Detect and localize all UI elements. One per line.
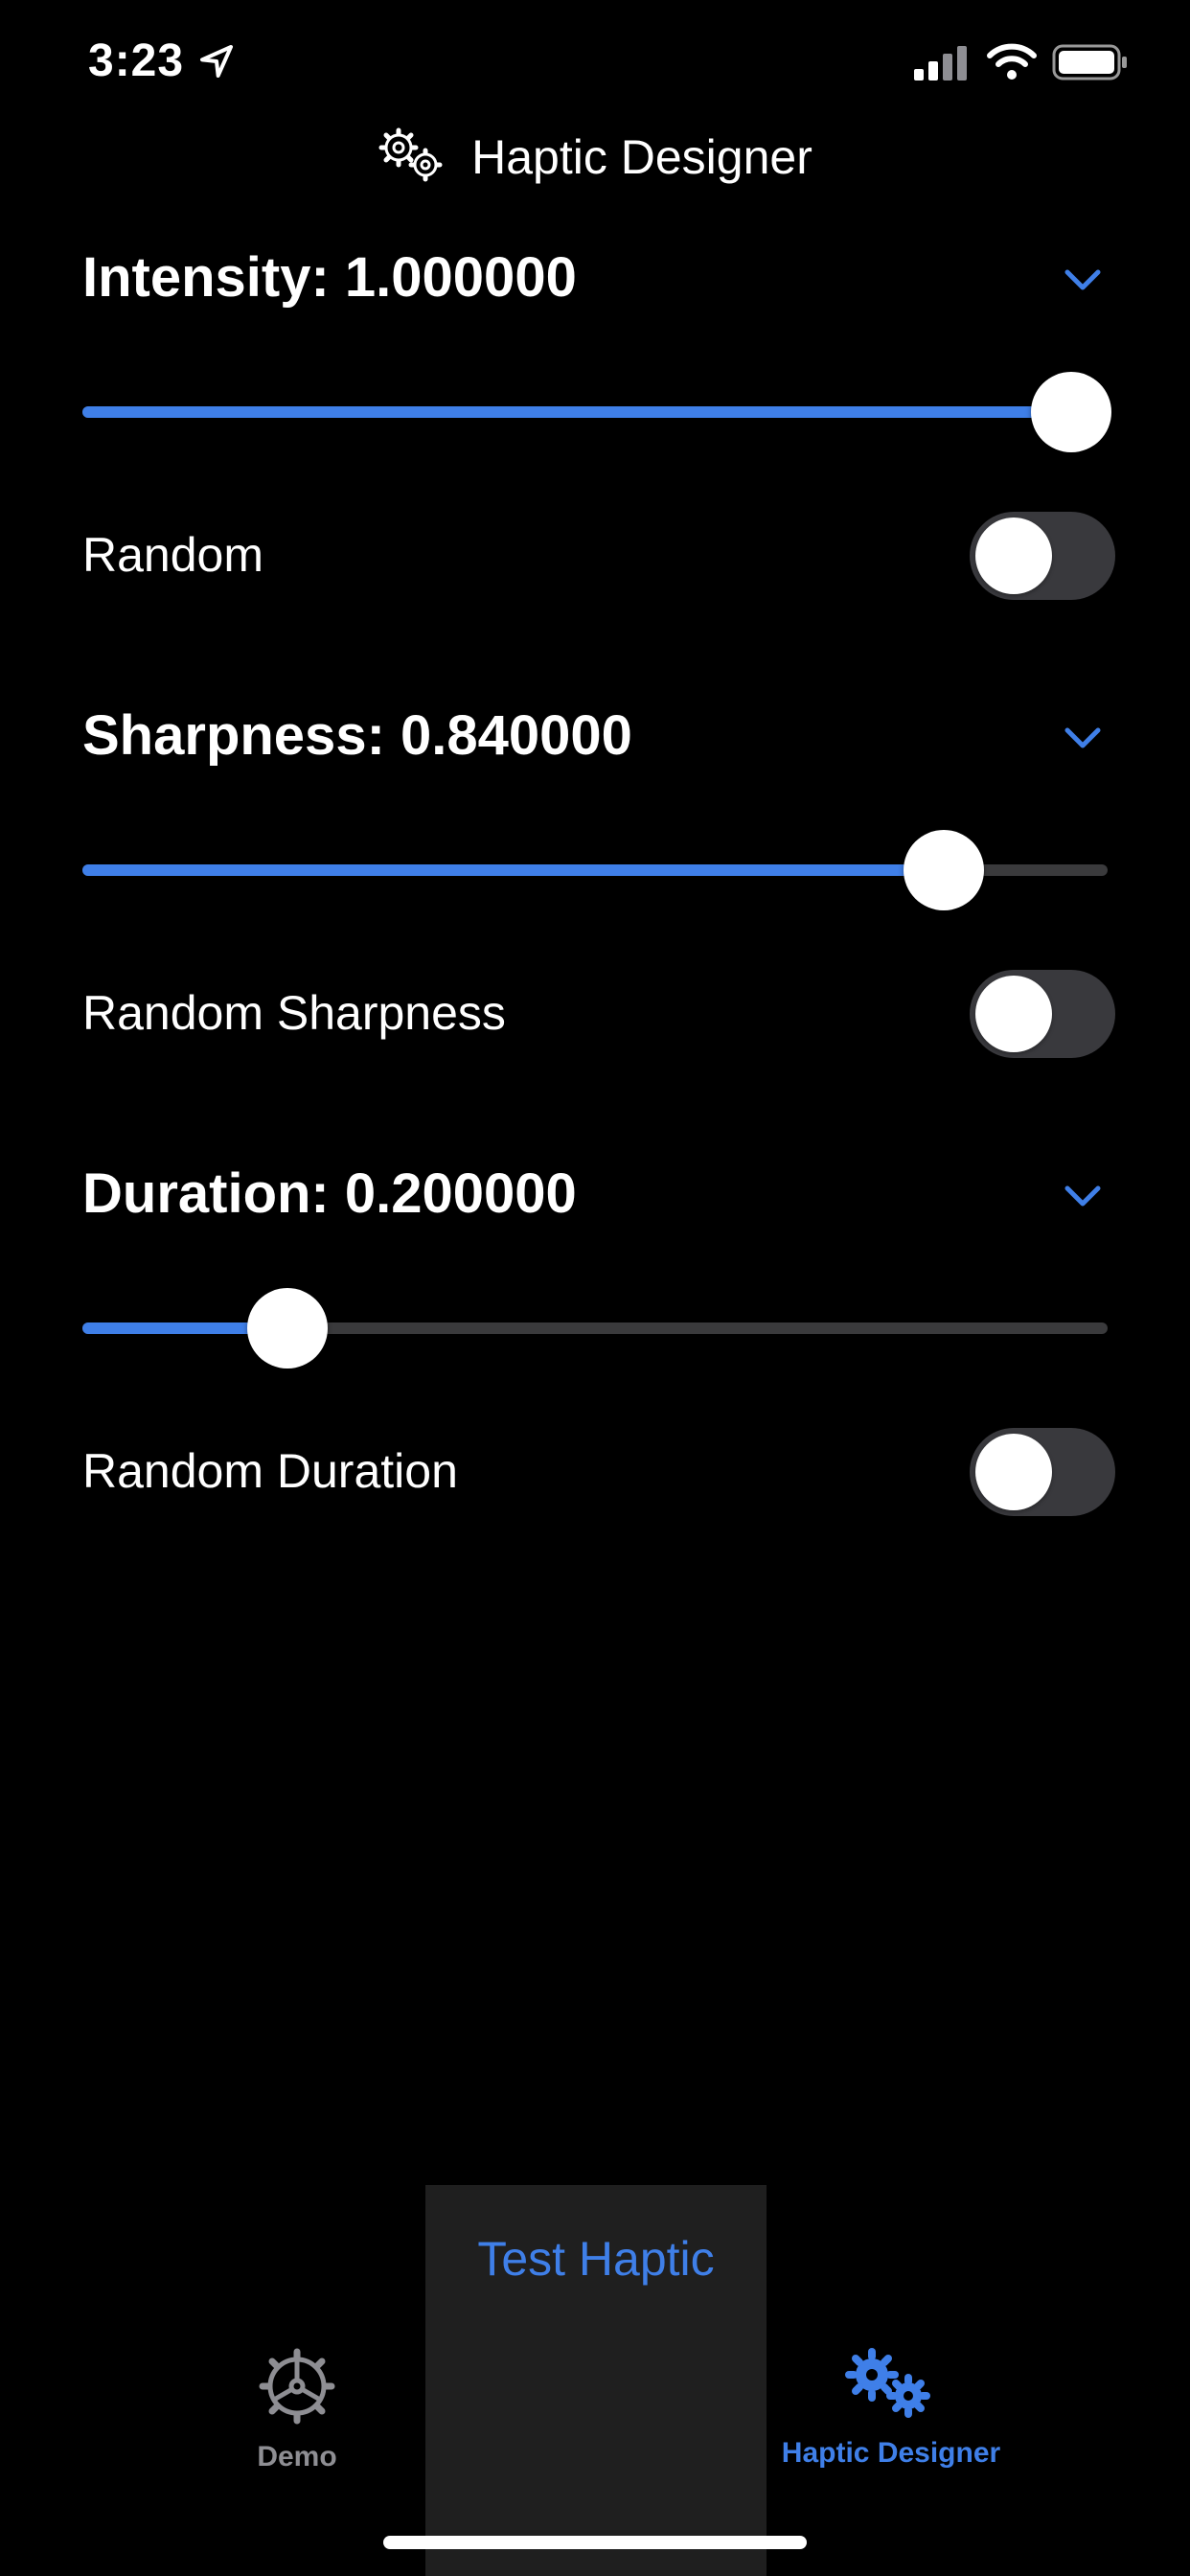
slider-fill (82, 406, 1071, 418)
random-sharpness-toggle[interactable] (970, 970, 1115, 1058)
tab-demo-label: Demo (257, 2441, 337, 2472)
slider-fill (82, 864, 944, 876)
header-title: Haptic Designer (471, 130, 812, 184)
wifi-icon (987, 42, 1037, 85)
slider-thumb[interactable] (903, 830, 984, 910)
random-toggle[interactable] (970, 512, 1115, 600)
navigation-header: Haptic Designer (0, 119, 1190, 196)
gears-icon (378, 126, 446, 189)
battery-icon (1052, 44, 1129, 85)
toggle-knob (975, 518, 1052, 594)
slider-thumb[interactable] (1031, 372, 1111, 452)
home-indicator (383, 2536, 807, 2549)
status-time: 3:23 (88, 35, 185, 86)
location-arrow-icon (197, 42, 236, 85)
slider-thumb[interactable] (247, 1288, 328, 1368)
intensity-slider[interactable] (82, 372, 1111, 452)
chevron-down-icon[interactable] (1060, 723, 1106, 758)
duration-title: Duration: 0.200000 (82, 1162, 577, 1225)
random-duration-toggle[interactable] (970, 1428, 1115, 1516)
tab-haptic-designer-label: Haptic Designer (781, 2437, 1001, 2469)
gears-icon (843, 2348, 939, 2426)
toggle-knob (975, 976, 1052, 1052)
chevron-down-icon[interactable] (1060, 264, 1106, 300)
sharpness-title: Sharpness: 0.840000 (82, 704, 632, 767)
duration-slider[interactable] (82, 1288, 1108, 1368)
tab-haptic-designer[interactable]: Haptic Designer (757, 2348, 1025, 2470)
random-sharpness-label: Random Sharpness (82, 986, 506, 1040)
tab-demo[interactable]: Demo (201, 2348, 393, 2473)
toggle-knob (975, 1434, 1052, 1510)
cellular-signal-icon (914, 46, 968, 85)
test-haptic-button[interactable]: Test Haptic (425, 2231, 767, 2287)
helm-wheel-icon (259, 2348, 335, 2429)
sharpness-slider[interactable] (82, 830, 1108, 910)
intensity-title: Intensity: 1.000000 (82, 246, 577, 309)
chevron-down-icon[interactable] (1060, 1181, 1106, 1216)
random-duration-label: Random Duration (82, 1444, 458, 1498)
random-label: Random (82, 528, 263, 582)
